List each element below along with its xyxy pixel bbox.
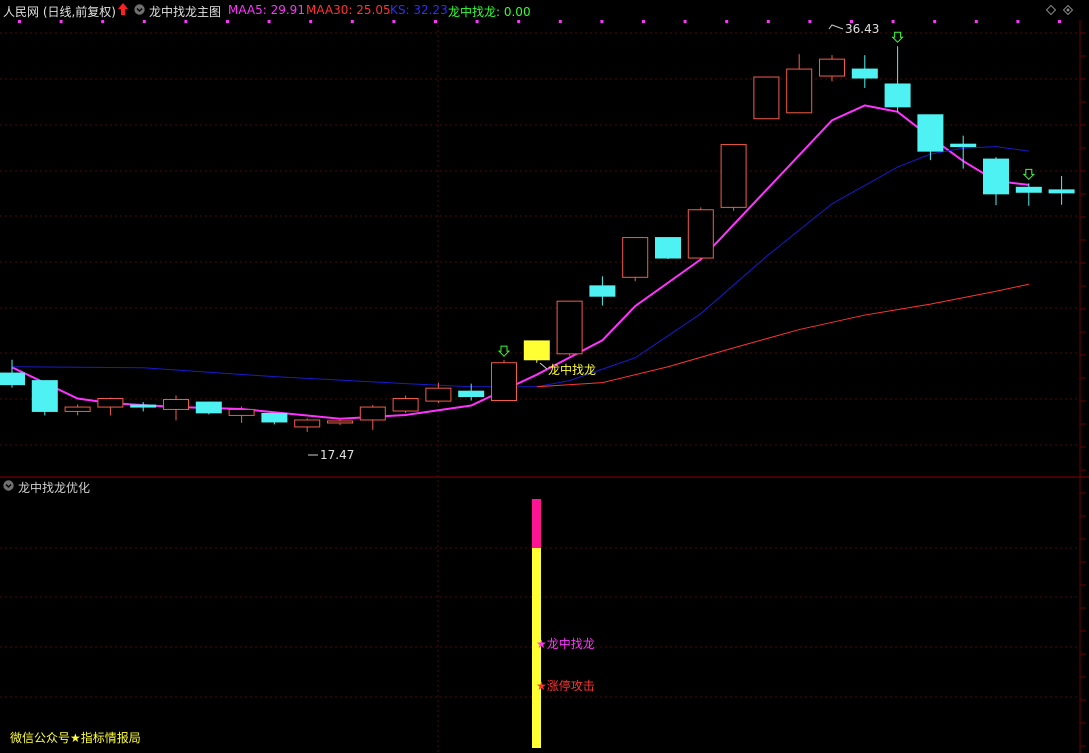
candle-body (687, 209, 714, 259)
top-marker (475, 20, 479, 23)
sub-panel-title[interactable]: 龙中找龙优化 (18, 479, 90, 496)
candle-body (917, 114, 944, 152)
top-marker (517, 20, 521, 23)
signal-arrow-icon (891, 31, 904, 43)
top-marker (18, 20, 21, 23)
candle-body (359, 406, 386, 421)
top-marker (434, 20, 437, 23)
top-marker (1016, 20, 1020, 23)
candle-body (819, 58, 845, 77)
top-marker (600, 20, 604, 23)
line-maa30 (536, 283, 1029, 388)
candle-body (195, 401, 222, 414)
candle-body (64, 406, 91, 412)
top-marker (974, 20, 978, 23)
candle-body (228, 408, 255, 416)
candle-body (1015, 186, 1042, 193)
candle-body (622, 237, 649, 278)
signal-arrow-icon (1022, 168, 1036, 181)
sub-panel-bars (532, 499, 541, 748)
candle-body (130, 404, 157, 408)
candle-body (851, 68, 878, 79)
top-marker (101, 20, 105, 23)
low-label: 17.47 (320, 448, 355, 462)
signal-text: 龙中找龙 (548, 363, 597, 377)
top-marker (808, 20, 812, 23)
top-marker (725, 20, 729, 23)
top-marker (350, 20, 354, 23)
candle-body (950, 143, 977, 148)
candle-body (294, 419, 321, 428)
candle-body (556, 300, 583, 355)
candle-body (589, 285, 616, 297)
watermark: 微信公众号★指标情报局 (10, 731, 141, 745)
sub-dropdown-icon[interactable] (3, 480, 14, 491)
candle-body (425, 387, 452, 402)
top-marker (142, 20, 146, 23)
candle-body (720, 144, 747, 208)
candle-body (392, 398, 419, 412)
candle-body (491, 362, 517, 402)
candle-body (655, 237, 681, 259)
signal-arrow-icon (497, 345, 511, 357)
top-marker (891, 20, 895, 23)
top-marker (683, 20, 687, 23)
line-ks (11, 146, 1029, 388)
top-markers (18, 20, 1061, 23)
top-marker (309, 20, 313, 23)
top-marker (642, 20, 645, 23)
top-marker (184, 20, 188, 23)
candle-body (163, 399, 189, 410)
candle-body (753, 76, 780, 120)
high-pointer (828, 24, 844, 30)
candle-body (786, 68, 813, 114)
top-marker (933, 20, 937, 23)
top-marker (226, 20, 229, 23)
candle-body (327, 420, 353, 424)
sub-bar-magenta (532, 499, 541, 548)
candle-body (261, 412, 288, 423)
dragon-label: ★龙中找龙 (536, 637, 595, 651)
candle-body (523, 340, 550, 361)
top-marker (267, 20, 271, 23)
top-marker (392, 20, 396, 23)
candle-body (983, 158, 1009, 195)
candle-body (884, 83, 911, 108)
top-marker (59, 20, 63, 23)
signal-pointer (539, 362, 548, 370)
limitup-label: ★涨停攻击 (536, 679, 595, 693)
top-marker (1058, 20, 1061, 23)
candle-body (97, 398, 124, 408)
candle-body (458, 390, 485, 398)
candle-body (31, 380, 58, 412)
top-marker (766, 20, 770, 23)
candle-body (0, 372, 25, 386)
high-label: 36.43 (845, 22, 880, 36)
candle-body (1048, 189, 1075, 194)
top-marker (558, 20, 562, 23)
